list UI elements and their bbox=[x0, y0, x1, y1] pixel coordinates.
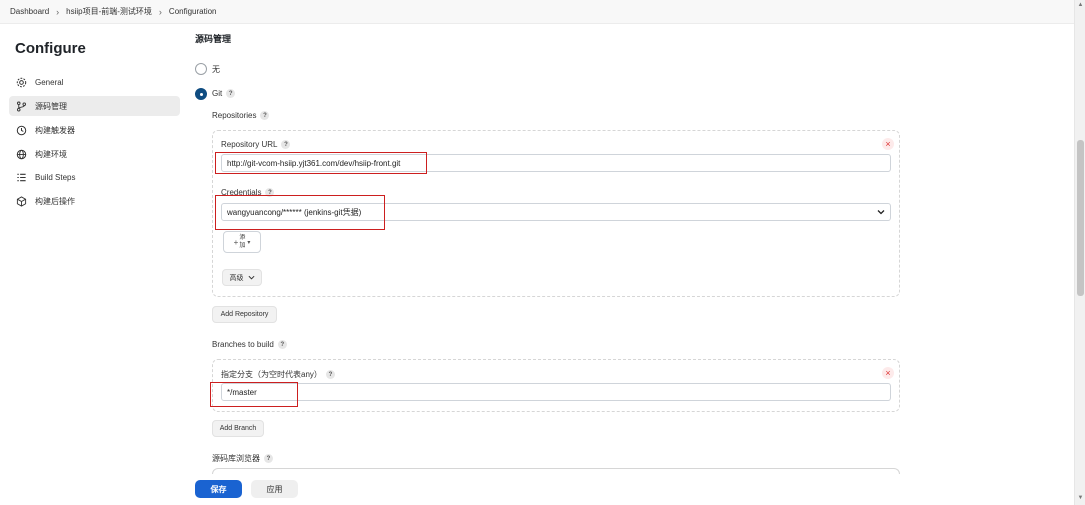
branch-icon bbox=[16, 101, 27, 112]
add-credentials-button[interactable]: + 添 加 ▾ bbox=[223, 231, 261, 253]
scm-git-text: Git bbox=[212, 89, 223, 98]
bottom-action-bar: 保存 应用 bbox=[188, 474, 1074, 505]
breadcrumb-configuration[interactable]: Configuration bbox=[169, 7, 217, 16]
package-icon bbox=[16, 195, 27, 207]
chevron-down-icon bbox=[877, 210, 885, 215]
repository-url-label: Repository URL ? bbox=[221, 140, 291, 149]
list-icon bbox=[16, 172, 27, 183]
repository-url-text: Repository URL bbox=[221, 140, 278, 149]
highlight-branch bbox=[210, 382, 298, 407]
help-icon[interactable]: ? bbox=[264, 454, 273, 463]
branches-text: Branches to build bbox=[212, 340, 274, 349]
globe-icon bbox=[16, 149, 27, 160]
sidebar-item-build-steps[interactable]: Build Steps bbox=[9, 167, 180, 187]
scroll-down-icon[interactable]: ▼ bbox=[1077, 495, 1084, 502]
chevron-right-icon: › bbox=[158, 6, 162, 17]
branch-card: × 指定分支（为空时代表any） ? */master bbox=[212, 359, 900, 412]
sidebar-item-label: 源码管理 bbox=[35, 101, 67, 111]
repo-browser-label: 源码库浏览器 ? bbox=[212, 453, 273, 464]
add-label-bottom: 加 bbox=[239, 243, 246, 249]
chevron-down-icon bbox=[248, 275, 254, 280]
page-scrollbar[interactable]: ▲ ▼ bbox=[1074, 0, 1085, 505]
scm-git-label: Git ? bbox=[212, 89, 236, 98]
help-icon[interactable]: ? bbox=[281, 140, 291, 149]
repo-browser-text: 源码库浏览器 bbox=[212, 454, 260, 463]
sidebar-item-label: 构建环境 bbox=[35, 149, 67, 159]
main-content: 源码管理 无 Git ? Repositories ? × Repository… bbox=[188, 24, 1074, 505]
scm-git-radio[interactable] bbox=[195, 88, 207, 100]
highlight-credentials bbox=[215, 195, 385, 230]
apply-button[interactable]: 应用 bbox=[251, 480, 298, 498]
sidebar-item-label: General bbox=[35, 77, 64, 87]
breadcrumb-dashboard[interactable]: Dashboard bbox=[10, 7, 49, 16]
scm-none-label: 无 bbox=[212, 65, 220, 74]
close-icon[interactable]: × bbox=[882, 138, 894, 150]
branch-specifier-input[interactable]: */master bbox=[221, 383, 891, 401]
repositories-label: Repositories ? bbox=[212, 111, 270, 120]
sidebar-item-label: 构建后操作 bbox=[35, 196, 75, 206]
sidebar-item-environment[interactable]: 构建环境 bbox=[9, 144, 180, 164]
add-branch-button[interactable]: Add Branch bbox=[212, 420, 264, 437]
advanced-button[interactable]: 高级 bbox=[222, 269, 262, 286]
close-icon[interactable]: × bbox=[882, 367, 894, 379]
sidebar-item-triggers[interactable]: 构建触发器 bbox=[9, 120, 180, 140]
clock-icon bbox=[16, 125, 27, 136]
branch-specifier-label: 指定分支（为空时代表any） ? bbox=[221, 369, 335, 380]
gear-icon bbox=[16, 77, 27, 88]
repositories-text: Repositories bbox=[212, 111, 257, 120]
save-button[interactable]: 保存 bbox=[195, 480, 242, 498]
chevron-down-icon: ▾ bbox=[247, 239, 251, 246]
breadcrumb-project[interactable]: hsiip项目-前端-测试环境 bbox=[66, 6, 152, 17]
scrollbar-thumb[interactable] bbox=[1077, 140, 1084, 296]
highlight-repository-url bbox=[215, 152, 427, 174]
help-icon[interactable]: ? bbox=[325, 370, 335, 379]
section-title-scm: 源码管理 bbox=[195, 34, 232, 44]
sidebar-item-scm[interactable]: 源码管理 bbox=[9, 96, 180, 116]
chevron-right-icon: › bbox=[56, 6, 60, 17]
scm-none-radio[interactable] bbox=[195, 63, 207, 75]
sidebar: Configure General 源码管理 构建触发器 构建环境 Build … bbox=[0, 24, 188, 505]
breadcrumb: Dashboard › hsiip项目-前端-测试环境 › Configurat… bbox=[0, 0, 1074, 24]
sidebar-item-label: 构建触发器 bbox=[35, 125, 75, 135]
branches-label: Branches to build ? bbox=[212, 340, 287, 349]
sidebar-item-label: Build Steps bbox=[35, 172, 76, 182]
advanced-label: 高级 bbox=[229, 274, 244, 282]
page-title: Configure bbox=[15, 40, 86, 57]
branch-specifier-text: 指定分支（为空时代表any） bbox=[221, 370, 322, 379]
add-label-top: 添 bbox=[239, 235, 246, 241]
help-icon[interactable]: ? bbox=[226, 89, 236, 98]
help-icon[interactable]: ? bbox=[277, 340, 287, 349]
help-icon[interactable]: ? bbox=[260, 111, 270, 120]
scroll-up-icon[interactable]: ▲ bbox=[1077, 2, 1084, 9]
sidebar-item-general[interactable]: General bbox=[9, 72, 180, 92]
add-repository-button[interactable]: Add Repository bbox=[212, 306, 277, 323]
sidebar-item-post-build[interactable]: 构建后操作 bbox=[9, 191, 180, 211]
